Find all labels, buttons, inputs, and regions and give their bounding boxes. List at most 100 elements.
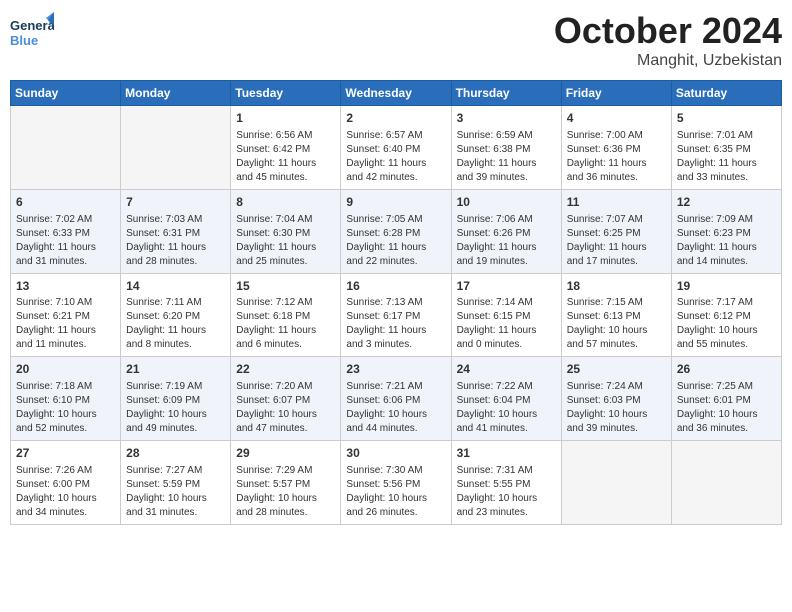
day-info: Sunrise: 7:04 AM Sunset: 6:30 PM Dayligh…	[236, 213, 335, 269]
day-info: Sunrise: 6:59 AM Sunset: 6:38 PM Dayligh…	[457, 129, 556, 185]
day-number: 8	[236, 194, 335, 211]
day-number: 6	[16, 194, 115, 211]
day-number: 10	[457, 194, 556, 211]
day-number: 18	[567, 278, 666, 295]
calendar-week-row: 6Sunrise: 7:02 AM Sunset: 6:33 PM Daylig…	[11, 189, 782, 273]
svg-text:General: General	[10, 18, 54, 33]
calendar-cell: 13Sunrise: 7:10 AM Sunset: 6:21 PM Dayli…	[11, 273, 121, 357]
day-number: 11	[567, 194, 666, 211]
day-number: 24	[457, 361, 556, 378]
svg-text:Blue: Blue	[10, 33, 38, 48]
weekday-header-wednesday: Wednesday	[341, 81, 451, 106]
calendar-cell: 24Sunrise: 7:22 AM Sunset: 6:04 PM Dayli…	[451, 357, 561, 441]
calendar-cell	[671, 441, 781, 525]
day-number: 30	[346, 445, 445, 462]
calendar-cell: 10 Sunrise: 7:06 AM Sunset: 6:26 PM Dayli…	[451, 189, 561, 273]
day-number: 16	[346, 278, 445, 295]
day-info: Sunrise: 7:26 AM Sunset: 6:00 PM Dayligh…	[16, 464, 115, 520]
calendar-cell: 29 Sunrise: 7:29 AM Sunset: 5:57 PM Dayli…	[231, 441, 341, 525]
day-number: 13	[16, 278, 115, 295]
calendar-cell: 8 Sunrise: 7:04 AM Sunset: 6:30 PM Daylig…	[231, 189, 341, 273]
calendar-cell: 14Sunrise: 7:11 AM Sunset: 6:20 PM Dayli…	[121, 273, 231, 357]
day-info: Sunrise: 7:27 AM Sunset: 5:59 PM Dayligh…	[126, 464, 225, 520]
calendar-cell: 22Sunrise: 7:20 AM Sunset: 6:07 PM Dayli…	[231, 357, 341, 441]
location: Manghit, Uzbekistan	[554, 52, 782, 70]
day-info: Sunrise: 7:13 AM Sunset: 6:17 PM Dayligh…	[346, 296, 445, 352]
calendar-cell: 3 Sunrise: 6:59 AM Sunset: 6:38 PM Daylig…	[451, 106, 561, 190]
day-number: 29	[236, 445, 335, 462]
day-info: Sunrise: 7:24 AM Sunset: 6:03 PM Dayligh…	[567, 380, 666, 436]
day-info: Sunrise: 6:57 AM Sunset: 6:40 PM Dayligh…	[346, 129, 445, 185]
day-number: 2	[346, 110, 445, 127]
day-info: Sunrise: 7:19 AM Sunset: 6:09 PM Dayligh…	[126, 380, 225, 436]
day-info: Sunrise: 7:07 AM Sunset: 6:25 PM Dayligh…	[567, 213, 666, 269]
weekday-header-sunday: Sunday	[11, 81, 121, 106]
calendar-cell: 5 Sunrise: 7:01 AM Sunset: 6:35 PM Daylig…	[671, 106, 781, 190]
calendar-cell: 7 Sunrise: 7:03 AM Sunset: 6:31 PM Daylig…	[121, 189, 231, 273]
day-info: Sunrise: 6:56 AM Sunset: 6:42 PM Dayligh…	[236, 129, 335, 185]
day-info: Sunrise: 7:11 AM Sunset: 6:20 PM Dayligh…	[126, 296, 225, 352]
day-number: 25	[567, 361, 666, 378]
day-info: Sunrise: 7:03 AM Sunset: 6:31 PM Dayligh…	[126, 213, 225, 269]
day-info: Sunrise: 7:14 AM Sunset: 6:15 PM Dayligh…	[457, 296, 556, 352]
day-info: Sunrise: 7:01 AM Sunset: 6:35 PM Dayligh…	[677, 129, 776, 185]
day-info: Sunrise: 7:05 AM Sunset: 6:28 PM Dayligh…	[346, 213, 445, 269]
day-info: Sunrise: 7:09 AM Sunset: 6:23 PM Dayligh…	[677, 213, 776, 269]
calendar-cell: 31Sunrise: 7:31 AM Sunset: 5:55 PM Dayli…	[451, 441, 561, 525]
day-info: Sunrise: 7:06 AM Sunset: 6:26 PM Dayligh…	[457, 213, 556, 269]
day-info: Sunrise: 7:00 AM Sunset: 6:36 PM Dayligh…	[567, 129, 666, 185]
day-number: 27	[16, 445, 115, 462]
calendar-cell: 19Sunrise: 7:17 AM Sunset: 6:12 PM Dayli…	[671, 273, 781, 357]
day-info: Sunrise: 7:29 AM Sunset: 5:57 PM Dayligh…	[236, 464, 335, 520]
day-info: Sunrise: 7:25 AM Sunset: 6:01 PM Dayligh…	[677, 380, 776, 436]
day-number: 23	[346, 361, 445, 378]
day-info: Sunrise: 7:31 AM Sunset: 5:55 PM Dayligh…	[457, 464, 556, 520]
calendar-week-row: 20Sunrise: 7:18 AM Sunset: 6:10 PM Dayli…	[11, 357, 782, 441]
weekday-header-row: SundayMondayTuesdayWednesdayThursdayFrid…	[11, 81, 782, 106]
day-number: 19	[677, 278, 776, 295]
calendar-table: SundayMondayTuesdayWednesdayThursdayFrid…	[10, 80, 782, 525]
calendar-week-row: 27 Sunrise: 7:26 AM Sunset: 6:00 PM Dayli…	[11, 441, 782, 525]
day-info: Sunrise: 7:21 AM Sunset: 6:06 PM Dayligh…	[346, 380, 445, 436]
day-info: Sunrise: 7:18 AM Sunset: 6:10 PM Dayligh…	[16, 380, 115, 436]
calendar-cell: 2 Sunrise: 6:57 AM Sunset: 6:40 PM Daylig…	[341, 106, 451, 190]
day-number: 21	[126, 361, 225, 378]
day-info: Sunrise: 7:15 AM Sunset: 6:13 PM Dayligh…	[567, 296, 666, 352]
calendar-cell: 21 Sunrise: 7:19 AM Sunset: 6:09 PM Dayli…	[121, 357, 231, 441]
day-info: Sunrise: 7:17 AM Sunset: 6:12 PM Dayligh…	[677, 296, 776, 352]
calendar-cell: 16Sunrise: 7:13 AM Sunset: 6:17 PM Dayli…	[341, 273, 451, 357]
weekday-header-friday: Friday	[561, 81, 671, 106]
day-info: Sunrise: 7:10 AM Sunset: 6:21 PM Dayligh…	[16, 296, 115, 352]
day-number: 4	[567, 110, 666, 127]
calendar-cell: 18Sunrise: 7:15 AM Sunset: 6:13 PM Dayli…	[561, 273, 671, 357]
calendar-cell: 15Sunrise: 7:12 AM Sunset: 6:18 PM Dayli…	[231, 273, 341, 357]
day-number: 12	[677, 194, 776, 211]
calendar-cell: 26 Sunrise: 7:25 AM Sunset: 6:01 PM Dayli…	[671, 357, 781, 441]
day-number: 17	[457, 278, 556, 295]
weekday-header-tuesday: Tuesday	[231, 81, 341, 106]
page-header: General Blue October 2024 Manghit, Uzbek…	[10, 10, 782, 70]
month-year: October 2024	[554, 10, 782, 52]
day-number: 26	[677, 361, 776, 378]
day-number: 7	[126, 194, 225, 211]
day-number: 5	[677, 110, 776, 127]
calendar-cell: 30 Sunrise: 7:30 AM Sunset: 5:56 PM Dayli…	[341, 441, 451, 525]
calendar-cell	[121, 106, 231, 190]
calendar-cell	[11, 106, 121, 190]
calendar-cell: 4 Sunrise: 7:00 AM Sunset: 6:36 PM Daylig…	[561, 106, 671, 190]
calendar-cell	[561, 441, 671, 525]
calendar-cell: 11 Sunrise: 7:07 AM Sunset: 6:25 PM Dayli…	[561, 189, 671, 273]
calendar-cell: 20Sunrise: 7:18 AM Sunset: 6:10 PM Dayli…	[11, 357, 121, 441]
day-number: 9	[346, 194, 445, 211]
weekday-header-monday: Monday	[121, 81, 231, 106]
day-number: 22	[236, 361, 335, 378]
day-number: 15	[236, 278, 335, 295]
day-number: 3	[457, 110, 556, 127]
day-info: Sunrise: 7:30 AM Sunset: 5:56 PM Dayligh…	[346, 464, 445, 520]
weekday-header-saturday: Saturday	[671, 81, 781, 106]
day-number: 28	[126, 445, 225, 462]
calendar-cell: 27 Sunrise: 7:26 AM Sunset: 6:00 PM Dayli…	[11, 441, 121, 525]
calendar-cell: 28 Sunrise: 7:27 AM Sunset: 5:59 PM Dayli…	[121, 441, 231, 525]
day-number: 14	[126, 278, 225, 295]
day-info: Sunrise: 7:12 AM Sunset: 6:18 PM Dayligh…	[236, 296, 335, 352]
